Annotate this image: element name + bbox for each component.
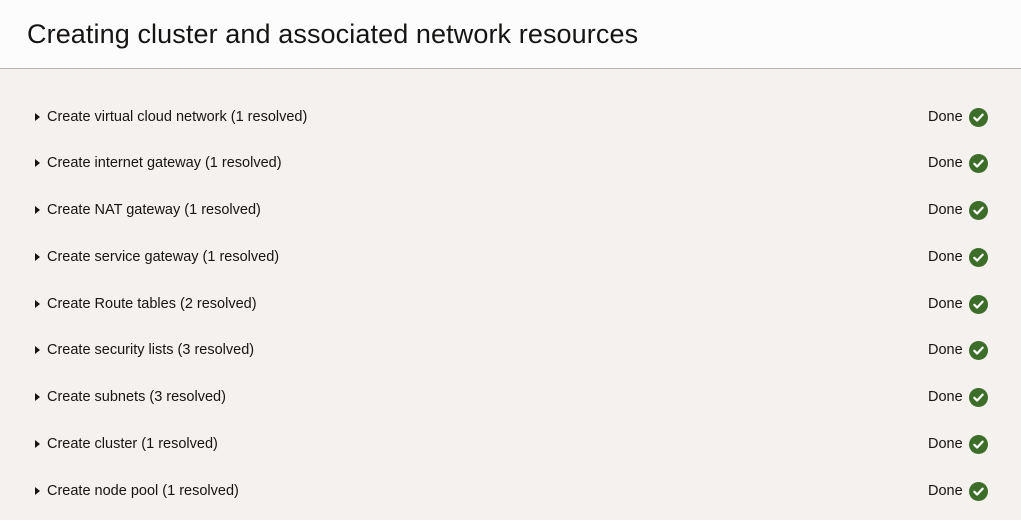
expand-caret-icon[interactable] — [35, 393, 40, 401]
step-status: Done — [928, 296, 963, 312]
step-row-subnets[interactable]: Create subnets (3 resolved) Done — [0, 377, 1021, 417]
step-label: Create virtual cloud network (1 resolved… — [47, 109, 308, 125]
expand-caret-icon[interactable] — [35, 159, 40, 167]
expand-caret-icon[interactable] — [35, 206, 40, 214]
expand-caret-icon[interactable] — [35, 253, 40, 261]
check-circle-icon — [969, 294, 988, 314]
page-header: Creating cluster and associated network … — [0, 0, 1021, 69]
step-label: Create internet gateway (1 resolved) — [47, 155, 282, 171]
step-label: Create node pool (1 resolved) — [47, 483, 239, 499]
expand-caret-icon[interactable] — [35, 300, 40, 308]
check-circle-icon — [969, 434, 988, 454]
check-circle-icon — [969, 481, 988, 501]
expand-caret-icon[interactable] — [35, 487, 40, 495]
page-title: Creating cluster and associated network … — [27, 18, 639, 49]
step-label: Create Route tables (2 resolved) — [47, 296, 257, 312]
check-circle-icon — [969, 387, 988, 407]
check-circle-icon — [969, 107, 988, 127]
step-label: Create cluster (1 resolved) — [47, 436, 218, 452]
step-row-service-gateway[interactable]: Create service gateway (1 resolved) Done — [0, 237, 1021, 277]
check-circle-icon — [969, 247, 988, 267]
step-status: Done — [928, 202, 963, 218]
step-row-nat-gateway[interactable]: Create NAT gateway (1 resolved) Done — [0, 190, 1021, 230]
step-label: Create security lists (3 resolved) — [47, 342, 255, 358]
expand-caret-icon[interactable] — [35, 440, 40, 448]
step-status: Done — [928, 109, 963, 125]
step-row-internet-gateway[interactable]: Create internet gateway (1 resolved) Don… — [0, 143, 1021, 183]
expand-caret-icon[interactable] — [35, 113, 40, 121]
check-circle-icon — [969, 200, 988, 220]
check-circle-icon — [969, 153, 988, 173]
step-row-security-lists[interactable]: Create security lists (3 resolved) Done — [0, 330, 1021, 370]
step-row-cluster[interactable]: Create cluster (1 resolved) Done — [0, 424, 1021, 464]
step-status: Done — [928, 483, 963, 499]
step-label: Create service gateway (1 resolved) — [47, 249, 280, 265]
step-status: Done — [928, 436, 963, 452]
step-row-virtual-cloud-network[interactable]: Create virtual cloud network (1 resolved… — [0, 97, 1021, 137]
step-row-route-tables[interactable]: Create Route tables (2 resolved) Done — [0, 284, 1021, 324]
step-status: Done — [928, 249, 963, 265]
step-row-node-pool[interactable]: Create node pool (1 resolved) Done — [0, 471, 1021, 511]
step-status: Done — [928, 342, 963, 358]
step-label: Create NAT gateway (1 resolved) — [47, 202, 261, 218]
step-status: Done — [928, 389, 963, 405]
expand-caret-icon[interactable] — [35, 346, 40, 354]
step-label: Create subnets (3 resolved) — [47, 389, 226, 405]
step-status: Done — [928, 155, 963, 171]
check-circle-icon — [969, 340, 988, 360]
